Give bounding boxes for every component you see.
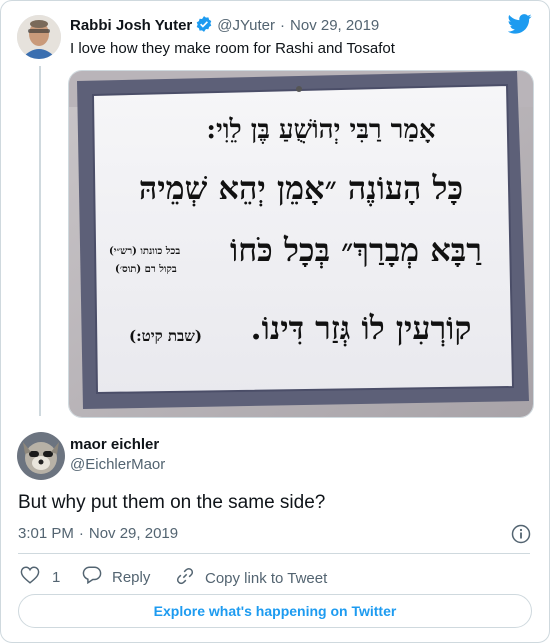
thread-connector-line <box>39 66 41 416</box>
reply-time[interactable]: 3:01 PM <box>18 525 74 542</box>
reply-tweet-text: But why put them on the same side? <box>18 492 326 513</box>
separator-dot: · <box>78 525 84 542</box>
reply-bubble-icon <box>82 566 102 588</box>
copy-link-button[interactable]: Copy link to Tweet <box>175 566 327 590</box>
copy-link-label: Copy link to Tweet <box>205 569 328 587</box>
twitter-bird-icon[interactable] <box>507 14 532 39</box>
author-handle[interactable]: @JYuter <box>217 17 275 34</box>
sign-line-1: אָמַר רַבִּי יְהוֹשֻׁעַ בֶּן לֵוִי: <box>206 115 436 145</box>
author-name[interactable]: Rabbi Josh Yuter <box>70 17 192 34</box>
link-icon <box>175 566 195 590</box>
tweet-date[interactable]: Nov 29, 2019 <box>290 17 379 34</box>
explore-button[interactable]: Explore what's happening on Twitter <box>18 594 532 628</box>
parent-tweet-text: I love how they make room for Rashi and … <box>70 40 395 57</box>
reply-date[interactable]: Nov 29, 2019 <box>89 525 178 542</box>
like-count: 1 <box>52 568 61 586</box>
reply-label: Reply <box>112 568 151 586</box>
sign-note-tosafot: בקול רם (תוס׳) <box>115 264 177 275</box>
parent-tweet-header: Rabbi Josh Yuter @JYuter · Nov 29, 2019 <box>70 15 379 39</box>
avatar[interactable] <box>17 432 65 480</box>
reply-author-handle[interactable]: @EichlerMaor <box>70 456 165 474</box>
reply-author-name[interactable]: maor eichler <box>70 436 159 454</box>
info-icon[interactable] <box>511 524 531 549</box>
tweet-image[interactable]: אָמַר רַבִּי יְהוֹשֻׁעַ בֶּן לֵוִי: כָּל… <box>68 70 534 418</box>
sign-citation: (שבת קיט:) <box>129 327 202 345</box>
avatar[interactable] <box>17 15 61 59</box>
divider <box>18 553 530 554</box>
sign-line-2: כָּל הָעוֹנֶה ״אָמֵן יְהֵא שְׁמֵיהּ <box>138 169 464 207</box>
sign-note-rashi: בכל כוונתו (רש״י) <box>109 246 181 257</box>
like-button[interactable]: 1 <box>20 566 60 588</box>
reply-button[interactable]: Reply <box>82 566 150 588</box>
heart-icon <box>20 566 40 588</box>
reply-timestamp[interactable]: 3:01 PM · Nov 29, 2019 <box>18 524 178 544</box>
separator-dot: · <box>280 17 286 34</box>
verified-badge-icon <box>195 15 213 39</box>
